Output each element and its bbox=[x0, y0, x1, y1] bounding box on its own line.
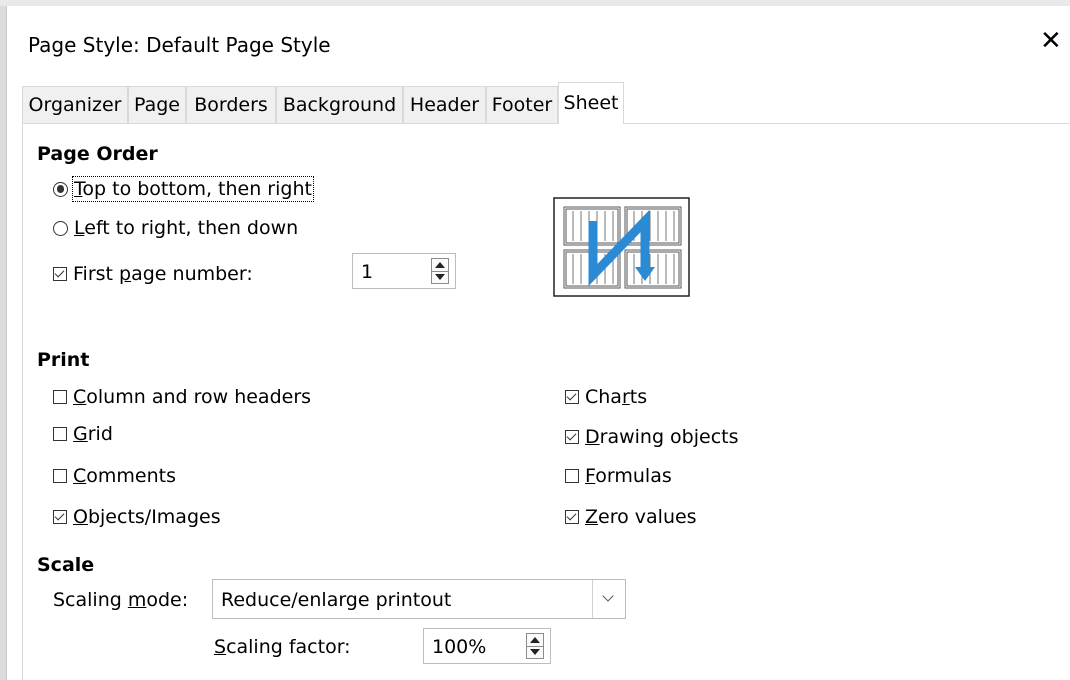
checkbox-label: Drawing objects bbox=[585, 426, 739, 448]
checkbox-label: Objects/Images bbox=[73, 506, 221, 528]
tab-label: Sheet bbox=[563, 92, 619, 114]
checkbox-indicator[interactable] bbox=[53, 427, 67, 441]
checkbox-label: Formulas bbox=[585, 465, 672, 487]
panel-border bbox=[22, 123, 23, 680]
radio-indicator[interactable] bbox=[53, 181, 68, 197]
checkbox-label: Comments bbox=[73, 465, 177, 487]
chevron-down-icon[interactable] bbox=[592, 580, 625, 618]
close-icon[interactable]: ✕ bbox=[1040, 28, 1062, 54]
checkbox-label: First page number: bbox=[73, 263, 253, 285]
scaling-mode-value: Reduce/enlarge printout bbox=[221, 589, 452, 611]
checkbox-indicator[interactable] bbox=[565, 510, 579, 524]
radio-indicator[interactable] bbox=[53, 220, 68, 236]
arrow-down-icon bbox=[435, 274, 445, 280]
checkbox-indicator[interactable] bbox=[53, 510, 67, 524]
checkbox-indicator[interactable] bbox=[53, 390, 67, 404]
tab-bar: Organizer Page Borders Background Header… bbox=[22, 82, 1070, 124]
spinner-buttons[interactable] bbox=[526, 633, 544, 659]
tab-label: Organizer bbox=[28, 94, 122, 116]
checkbox-label: Charts bbox=[585, 386, 648, 408]
checkbox-charts[interactable]: Charts bbox=[565, 386, 647, 408]
spinner-buttons[interactable] bbox=[431, 258, 449, 284]
spin-down-button[interactable] bbox=[527, 646, 543, 658]
tab-page[interactable]: Page bbox=[128, 86, 186, 123]
checkbox-indicator[interactable] bbox=[565, 430, 579, 444]
window-left-edge bbox=[0, 6, 7, 680]
checkbox-indicator[interactable] bbox=[565, 390, 579, 404]
tab-label: Background bbox=[282, 94, 397, 116]
radio-label: Left to right, then down bbox=[74, 217, 299, 239]
tab-label: Footer bbox=[491, 94, 553, 116]
checkbox-indicator[interactable] bbox=[565, 469, 579, 483]
checkbox-label: Zero values bbox=[585, 506, 697, 528]
scaling-factor-value[interactable]: 100% bbox=[432, 636, 486, 658]
checkbox-objects-images[interactable]: Objects/Images bbox=[53, 506, 221, 528]
tab-sheet[interactable]: Sheet bbox=[558, 82, 624, 124]
radio-top-to-bottom[interactable]: Top to bottom, then right bbox=[53, 176, 314, 202]
tab-header[interactable]: Header bbox=[403, 86, 486, 123]
page-order-preview-icon bbox=[553, 197, 690, 297]
arrow-up-icon bbox=[530, 637, 540, 643]
tab-label: Borders bbox=[194, 94, 268, 116]
spin-down-button[interactable] bbox=[432, 271, 448, 283]
window-top-edge bbox=[0, 0, 1070, 6]
checkbox-label: Grid bbox=[73, 423, 113, 445]
radio-left-to-right[interactable]: Left to right, then down bbox=[53, 217, 298, 239]
checkbox-formulas[interactable]: Formulas bbox=[565, 465, 672, 487]
page-order-heading: Page Order bbox=[37, 143, 158, 165]
tab-borders[interactable]: Borders bbox=[186, 86, 276, 123]
scale-heading: Scale bbox=[37, 554, 95, 576]
arrow-down-icon bbox=[530, 649, 540, 655]
arrow-up-icon bbox=[435, 262, 445, 268]
radio-label: Top to bottom, then right bbox=[72, 176, 314, 202]
checkbox-indicator[interactable] bbox=[53, 469, 67, 483]
checkbox-comments[interactable]: Comments bbox=[53, 465, 176, 487]
checkbox-label: Column and row headers bbox=[73, 386, 312, 408]
checkbox-first-page-number[interactable]: First page number: bbox=[53, 263, 253, 285]
scaling-factor-label: Scaling factor: bbox=[214, 636, 351, 658]
tab-label: Page bbox=[134, 94, 180, 116]
checkbox-drawing-objects[interactable]: Drawing objects bbox=[565, 426, 739, 448]
checkbox-column-row-headers[interactable]: Column and row headers bbox=[53, 386, 311, 408]
tab-label: Header bbox=[409, 94, 480, 116]
print-heading: Print bbox=[37, 349, 90, 371]
first-page-number-value[interactable]: 1 bbox=[361, 261, 373, 283]
first-page-number-spinner[interactable]: 1 bbox=[352, 253, 456, 289]
scaling-mode-dropdown[interactable]: Reduce/enlarge printout bbox=[212, 579, 626, 619]
dialog-title: Page Style: Default Page Style bbox=[28, 33, 331, 57]
tab-organizer[interactable]: Organizer bbox=[22, 86, 128, 123]
checkbox-grid[interactable]: Grid bbox=[53, 423, 113, 445]
checkbox-zero-values[interactable]: Zero values bbox=[565, 506, 697, 528]
tab-footer[interactable]: Footer bbox=[486, 86, 558, 123]
checkbox-indicator[interactable] bbox=[53, 267, 67, 281]
scaling-mode-label: Scaling mode: bbox=[53, 589, 189, 611]
tab-background[interactable]: Background bbox=[276, 86, 403, 123]
scaling-factor-spinner[interactable]: 100% bbox=[423, 628, 551, 664]
